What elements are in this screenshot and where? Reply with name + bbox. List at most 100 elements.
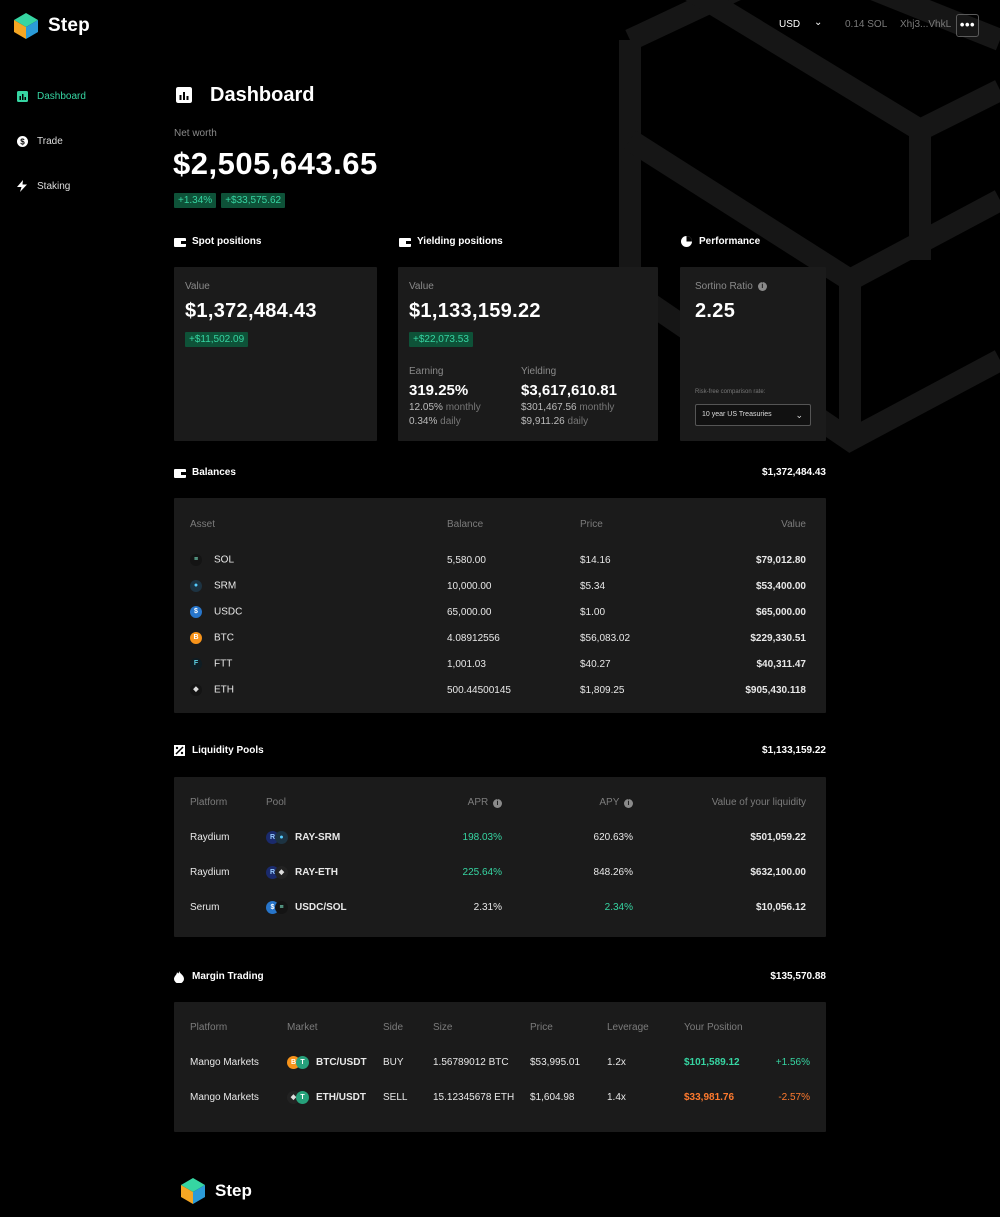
ftt-icon: F	[190, 658, 202, 670]
info-icon[interactable]: i	[493, 798, 502, 808]
balances-heading: Balances	[174, 467, 236, 478]
sidebar-item-label: Trade	[37, 135, 63, 147]
ray-srm-pair-icon: R ●	[266, 831, 288, 844]
net-worth-value: $2,505,643.65	[173, 146, 378, 181]
column-header: Pool	[266, 796, 287, 808]
column-header: Size	[433, 1021, 453, 1033]
column-header: Platform	[190, 796, 228, 808]
info-icon[interactable]: i	[624, 798, 633, 808]
column-header: Balance	[447, 518, 484, 530]
pool-icon	[174, 745, 186, 756]
usdc-icon: $	[190, 606, 202, 618]
wallet-icon	[174, 467, 186, 478]
step-logo-icon[interactable]	[181, 1178, 205, 1204]
pools-table-card: Platform Pool APR i APY i Value of your …	[174, 777, 826, 937]
table-row[interactable]: ≡ SOL 5,580.00 $14.16 $79,012.80	[190, 547, 806, 573]
yielding-positions-card: Value $1,133,159.22 +$22,073.53 Earning …	[398, 267, 658, 441]
column-header: Side	[383, 1021, 404, 1033]
pools-total: $1,133,159.22	[762, 745, 826, 756]
margin-trading-heading: Margin Trading	[174, 970, 264, 983]
sol-balance: 0.14 SOL	[845, 19, 888, 30]
dashboard-icon	[176, 87, 192, 103]
value-label: Value	[185, 281, 210, 292]
flame-icon	[174, 970, 186, 983]
table-row[interactable]: Serum $ ≡ USDC/SOL 2.31% 2.34% $10,056.12	[190, 890, 806, 925]
more-menu-button[interactable]: •••	[956, 14, 979, 37]
sidebar-item-dashboard[interactable]: Dashboard	[16, 88, 86, 104]
step-logo-icon[interactable]	[14, 13, 38, 39]
column-header: Leverage	[607, 1021, 649, 1033]
net-worth-label: Net worth	[174, 128, 217, 139]
earning-label: Earning	[409, 366, 444, 377]
footer-logo-text: Step	[215, 1181, 252, 1200]
yielding-daily: $9,911.26 daily	[521, 416, 589, 427]
table-row[interactable]: F FTT 1,001.03 $40.27 $40,311.47	[190, 651, 806, 677]
yielding-positions-heading: Yielding positions	[399, 236, 503, 247]
sol-icon: ≡	[190, 554, 202, 566]
table-row[interactable]: ◆ ETH 500.44500145 $1,809.25 $905,430.118	[190, 677, 806, 703]
net-worth-changes: +1.34% +$33,575.62	[174, 193, 286, 208]
column-header: Value of your liquidity	[711, 796, 806, 808]
column-header: APR i	[376, 796, 502, 808]
earning-value: 319.25%	[409, 382, 469, 399]
yielding-monthly: $301,467.56 monthly	[521, 402, 615, 413]
chevron-down-icon: ⌄	[795, 410, 803, 420]
liquidity-pools-heading: Liquidity Pools	[174, 745, 264, 756]
bolt-icon	[16, 180, 28, 192]
table-row[interactable]: B BTC 4.08912556 $56,083.02 $229,330.51	[190, 625, 806, 651]
wallet-address[interactable]: Xhj3...VhkL	[900, 19, 951, 30]
chart-icon	[16, 90, 28, 102]
table-row[interactable]: $ USDC 65,000.00 $1.00 $65,000.00	[190, 599, 806, 625]
pools-table: Platform Pool APR i APY i Value of your …	[190, 796, 806, 925]
chevron-down-icon[interactable]: ⌄	[814, 17, 822, 28]
sidebar-item-trade[interactable]: $ Trade	[16, 133, 63, 149]
yielding-label: Yielding	[521, 366, 557, 377]
balances-table: Asset Balance Price Value ≡ SOL 5,580.00 …	[190, 518, 806, 703]
column-header: APY i	[502, 796, 633, 808]
srm-icon: ●	[190, 580, 202, 592]
net-worth-change-pct: +1.34%	[174, 193, 217, 208]
spot-positions-heading: Spot positions	[174, 236, 261, 247]
value-label: Value	[409, 281, 434, 292]
column-header: Price	[580, 518, 603, 530]
currency-selector[interactable]: USD	[779, 19, 800, 30]
risk-free-rate-select[interactable]: 10 year US Treasuries ⌄	[695, 404, 811, 426]
sortino-value: 2.25	[695, 300, 736, 322]
eth-icon: ◆	[190, 684, 202, 696]
pie-chart-icon	[681, 236, 693, 247]
spot-change: +$11,502.09	[185, 332, 249, 347]
column-header: Your Position	[684, 1021, 743, 1033]
column-header: Price	[530, 1021, 553, 1033]
sortino-label: Sortino Ratio i	[695, 281, 767, 292]
sidebar-item-label: Staking	[37, 180, 71, 192]
spot-positions-card: Value $1,372,484.43 +$11,502.09	[174, 267, 377, 441]
margin-table-card: Platform Market Side Size Price Leverage…	[174, 1002, 826, 1132]
eth-usdt-pair-icon: ◆ T	[287, 1091, 309, 1104]
earning-daily: 0.34% daily	[409, 416, 461, 427]
dollar-icon: $	[16, 135, 28, 147]
spot-value: $1,372,484.43	[185, 300, 317, 322]
performance-heading: Performance	[681, 236, 760, 247]
table-row[interactable]: Mango Markets ◆ T ETH/USDT SELL 15.1234567…	[190, 1080, 810, 1115]
svg-text:$: $	[20, 137, 25, 146]
yielding-change: +$22,073.53	[409, 332, 473, 347]
balances-total: $1,372,484.43	[762, 467, 826, 478]
yielding-amount: $3,617,610.81	[521, 382, 617, 399]
column-header: Market	[287, 1021, 318, 1033]
balances-table-card: Asset Balance Price Value ≡ SOL 5,580.00 …	[174, 498, 826, 713]
btc-usdt-pair-icon: BT	[287, 1056, 309, 1069]
net-worth-change-abs: +$33,575.62	[221, 193, 286, 208]
app-name[interactable]: Step	[48, 15, 90, 37]
usdc-sol-pair-icon: $ ≡	[266, 901, 288, 914]
sidebar-item-staking[interactable]: Staking	[16, 178, 70, 194]
table-row[interactable]: ● SRM 10,000.00 $5.34 $53,400.00	[190, 573, 806, 599]
table-row[interactable]: Raydium R ◆ RAY-ETH 225.64% 848.26% $632,1…	[190, 855, 806, 890]
table-row[interactable]: Mango Markets B T BTC/USDT BUY 1.56789012 …	[190, 1045, 810, 1080]
margin-total: $135,570.88	[770, 971, 826, 982]
table-row[interactable]: Raydium R ● RAY-SRM 198.03% 620.63% $501,0…	[190, 820, 806, 855]
yielding-value: $1,133,159.22	[409, 300, 541, 322]
wallet-icon	[399, 236, 411, 247]
info-icon[interactable]: i	[757, 282, 767, 291]
column-header: Asset	[190, 518, 216, 530]
risk-free-rate-label: Risk-free comparison rate:	[695, 389, 766, 395]
